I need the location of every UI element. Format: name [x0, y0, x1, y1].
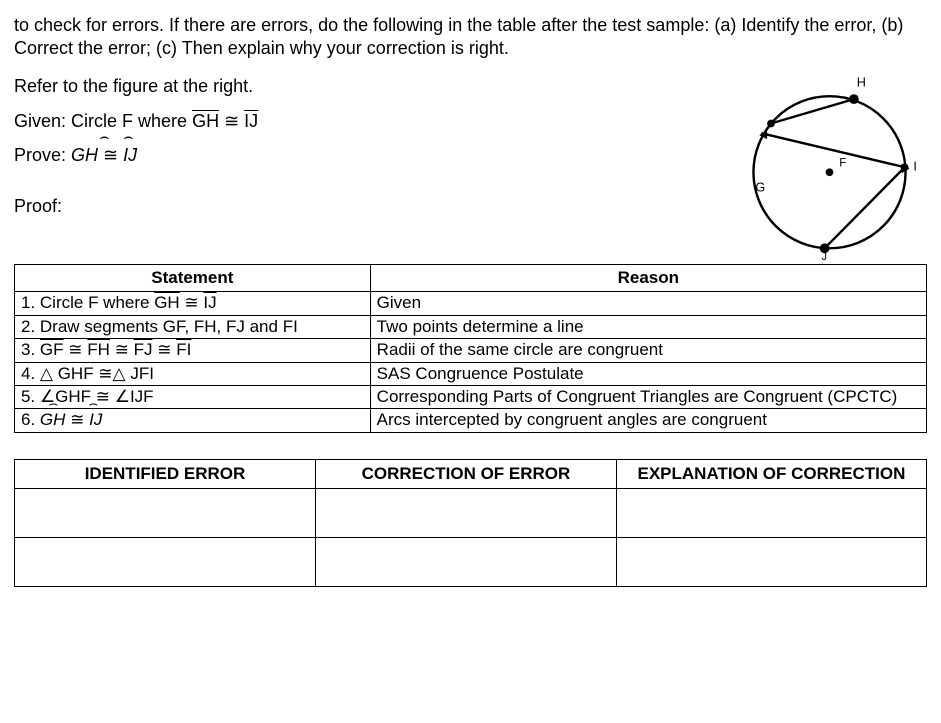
- error-table: IDENTIFIED ERROR CORRECTION OF ERROR EXP…: [14, 459, 927, 587]
- error-cell: [616, 537, 926, 586]
- reason-2: Two points determine a line: [370, 315, 926, 338]
- label-I: I: [913, 159, 917, 173]
- given-op: ≅: [219, 111, 244, 131]
- error-cell: [315, 537, 616, 586]
- refer-text: Refer to the figure at the right.: [14, 75, 722, 98]
- reason-4: SAS Congruence Postulate: [370, 362, 926, 385]
- table-row: 3. GF ≅ FH ≅ FJ ≅ FI Radii of the same c…: [15, 339, 927, 362]
- table-row: 5. ∠GHF ≅ ∠IJF Corresponding Parts of Co…: [15, 385, 927, 408]
- prove-line: Prove: GH ≅ IJ ⌢ ⌢: [14, 144, 722, 167]
- error-cell: [15, 488, 316, 537]
- given-line: Given: Circle F where GH ≅ IJ: [14, 110, 722, 133]
- label-F: F: [839, 156, 846, 169]
- reason-5: Corresponding Parts of Congruent Triangl…: [370, 385, 926, 408]
- error-cell: [315, 488, 616, 537]
- given-rhs: IJ: [244, 111, 258, 131]
- error-header-2: CORRECTION OF ERROR: [315, 459, 616, 488]
- proof-label: Proof:: [14, 195, 722, 218]
- error-header-3: EXPLANATION OF CORRECTION: [616, 459, 926, 488]
- table-row: 4. △ GHF ≅△ JFI SAS Congruence Postulate: [15, 362, 927, 385]
- header-statement: Statement: [15, 265, 371, 292]
- prove-op: ≅: [98, 145, 123, 165]
- stmt-3: 3. GF ≅ FH ≅ FJ ≅ FI: [15, 339, 371, 362]
- table-row: [15, 488, 927, 537]
- error-cell: [616, 488, 926, 537]
- stmt-4: 4. △ GHF ≅△ JFI: [15, 362, 371, 385]
- table-row: [15, 537, 927, 586]
- prove-lhs: GH: [71, 145, 98, 165]
- given-lhs: GH: [192, 111, 219, 131]
- label-H: H: [857, 75, 866, 89]
- label-J: J: [822, 251, 827, 260]
- error-cell: [15, 537, 316, 586]
- error-header-1: IDENTIFIED ERROR: [15, 459, 316, 488]
- stmt-5: 5. ∠GHF ≅ ∠IJF: [15, 385, 371, 408]
- stmt-6: 6. GH ≅ IJ ⌢ ⌢: [15, 409, 371, 432]
- proof-table: Statement Reason 1. Circle F where GH ≅ …: [14, 264, 927, 433]
- table-row: 2. Draw segments GF, FH, FJ and FI Two p…: [15, 315, 927, 338]
- stmt-2: 2. Draw segments GF, FH, FJ and FI: [15, 315, 371, 338]
- table-row: 6. GH ≅ IJ ⌢ ⌢ Arcs intercepted by congr…: [15, 409, 927, 432]
- table-row: 1. Circle F where GH ≅ IJ Given: [15, 292, 927, 315]
- label-G: G: [755, 181, 765, 195]
- prove-prefix: Prove:: [14, 145, 71, 165]
- stmt-1: 1. Circle F where GH ≅ IJ: [15, 292, 371, 315]
- prove-rhs: IJ: [123, 145, 137, 165]
- reason-3: Radii of the same circle are congruent: [370, 339, 926, 362]
- reason-6: Arcs intercepted by congruent angles are…: [370, 409, 926, 432]
- instruction-text: to check for errors. If there are errors…: [14, 14, 927, 59]
- header-reason: Reason: [370, 265, 926, 292]
- circle-figure: H I G J F: [732, 65, 927, 260]
- reason-1: Given: [370, 292, 926, 315]
